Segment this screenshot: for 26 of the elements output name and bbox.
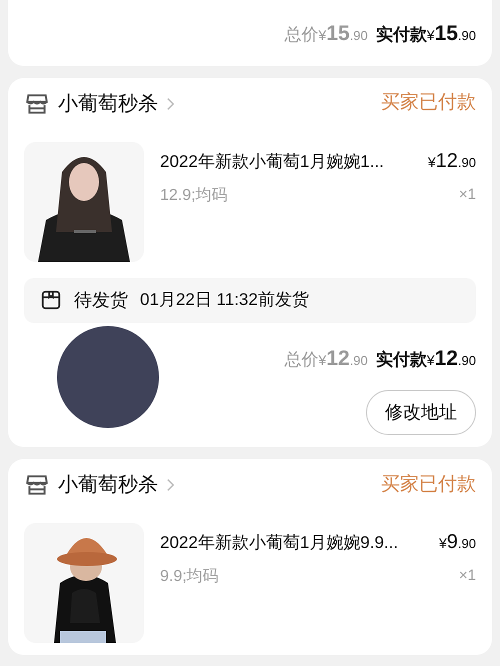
- product-spec: 9.9;均码: [160, 567, 219, 587]
- total-price: ¥15.90: [318, 27, 368, 44]
- total-label: 总价: [284, 350, 319, 368]
- item-price: ¥9.90: [439, 530, 476, 555]
- item-price: ¥12.90: [428, 148, 476, 174]
- shipping-deadline: 01月22日 11:32前发货: [140, 289, 309, 312]
- product-title[interactable]: 2022年新款小葡萄1月婉婉9.9...: [160, 530, 398, 556]
- quantity: ×1: [458, 184, 476, 204]
- total-price: ¥12.90: [318, 352, 368, 368]
- chevron-right-icon: [166, 96, 175, 112]
- paid-label: 实付款: [376, 350, 427, 368]
- shipping-status: 待发货: [74, 288, 128, 312]
- shop-name[interactable]: 小葡萄秒杀: [58, 470, 158, 500]
- total-label: 总价: [284, 25, 319, 44]
- paid-label: 实付款: [376, 25, 427, 44]
- product-title[interactable]: 2022年新款小葡萄1月婉婉1...: [160, 148, 384, 174]
- box-icon: [40, 289, 62, 311]
- quantity: ×1: [458, 566, 476, 586]
- order-status: 买家已付款: [381, 91, 476, 116]
- product-spec: 12.9;均码: [160, 186, 228, 206]
- order-status: 买家已付款: [381, 472, 476, 497]
- paid-price: ¥15.90: [426, 27, 476, 44]
- shop-name[interactable]: 小葡萄秒杀: [58, 88, 158, 118]
- paid-price: ¥12.90: [426, 352, 476, 368]
- edit-address-button[interactable]: 修改地址: [366, 390, 476, 435]
- chevron-right-icon: [166, 477, 175, 493]
